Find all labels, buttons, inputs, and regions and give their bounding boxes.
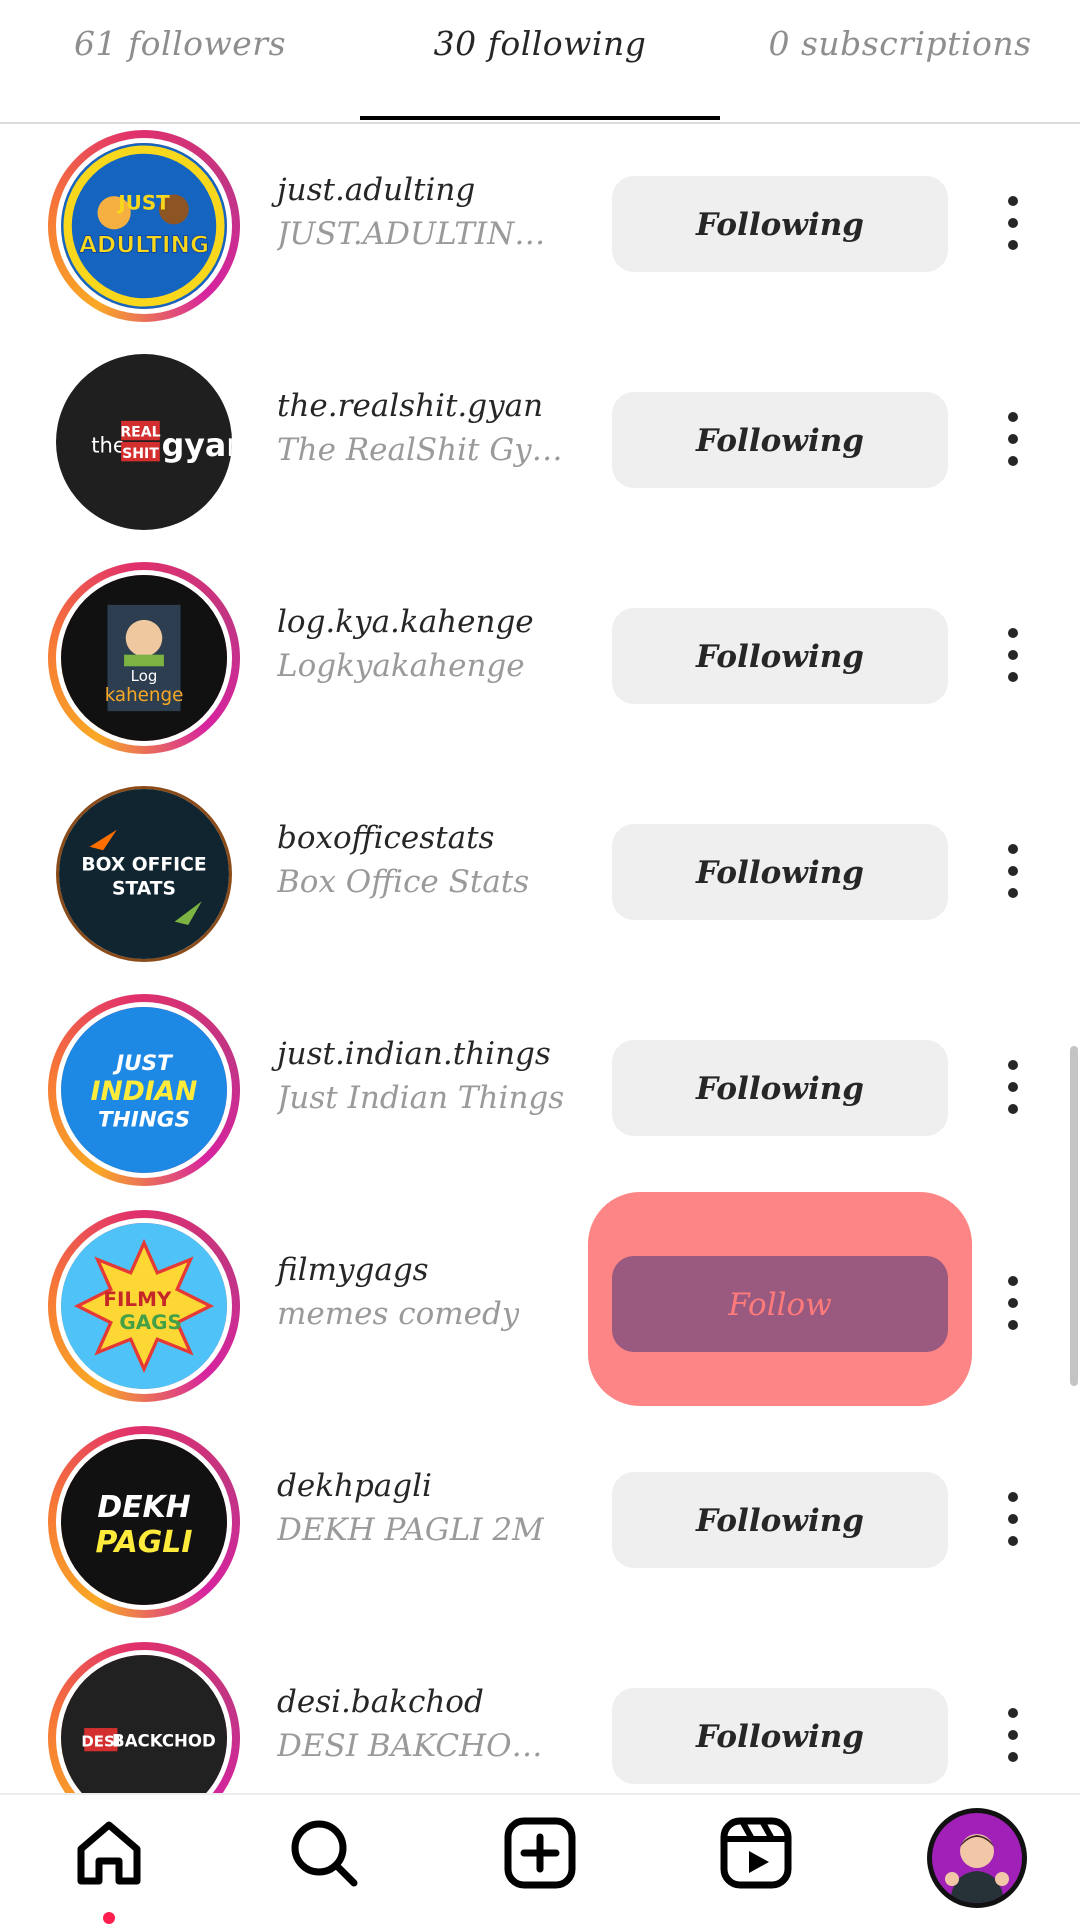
avatar: Log kahenge — [56, 570, 232, 746]
list-item[interactable]: DEKH PAGLI dekhpagli DEKH PAGLI 2M Follo… — [0, 1420, 1080, 1636]
avatar: DEKH PAGLI — [56, 1434, 232, 1610]
account-fullname: JUST.ADULTING 2... — [277, 216, 567, 252]
account-username[interactable]: boxofficestats — [277, 820, 494, 856]
svg-text:STATS: STATS — [112, 878, 176, 899]
follow-tabs: 61 followers 30 following 0 subscription… — [0, 0, 1080, 124]
following-button[interactable]: Following — [612, 1688, 948, 1784]
following-button[interactable]: Following — [612, 1040, 948, 1136]
following-button[interactable]: Following — [612, 608, 948, 704]
list-item[interactable]: FILMY GAGS filmygags memes comedy Follow — [0, 1192, 1080, 1420]
list-item[interactable]: Log kahenge log.kya.kahenge Logkyakaheng… — [0, 556, 1080, 772]
follow-button[interactable]: Follow — [612, 1256, 948, 1352]
home-icon[interactable] — [69, 1813, 149, 1893]
svg-text:gyan: gyan — [162, 428, 232, 464]
scrollbar[interactable] — [1070, 1046, 1078, 1386]
create-icon[interactable] — [500, 1813, 580, 1893]
avatar: the REAL SHIT gyan — [56, 354, 232, 530]
story-ring[interactable]: JUST ADULTING — [48, 130, 240, 322]
svg-text:DEKH: DEKH — [97, 1490, 190, 1525]
account-fullname: memes comedy — [277, 1296, 520, 1332]
svg-text:BOX OFFICE: BOX OFFICE — [81, 855, 206, 876]
story-ring[interactable]: DEKH PAGLI — [48, 1426, 240, 1618]
avatar-frame[interactable]: the REAL SHIT gyan — [48, 346, 240, 538]
account-username[interactable]: log.kya.kahenge — [277, 604, 534, 640]
more-options-icon[interactable] — [996, 610, 1030, 700]
list-item[interactable]: JUST INDIAN THINGS just.indian.things Ju… — [0, 988, 1080, 1204]
svg-text:JUST: JUST — [112, 1051, 174, 1076]
account-fullname: Just Indian Things — [277, 1080, 565, 1116]
tab-followers[interactable]: 61 followers — [0, 24, 360, 63]
notification-dot — [103, 1912, 115, 1924]
avatar: JUST INDIAN THINGS — [56, 1002, 232, 1178]
more-options-icon[interactable] — [996, 1042, 1030, 1132]
more-options-icon[interactable] — [996, 1690, 1030, 1780]
bottom-navigation — [0, 1793, 1080, 1924]
avatar: JUST ADULTING — [56, 138, 232, 314]
account-fullname: Logkyakahenge — [277, 648, 525, 684]
svg-text:BACKCHOD: BACKCHOD — [112, 1731, 216, 1750]
reels-icon[interactable] — [716, 1813, 796, 1893]
profile-avatar[interactable] — [927, 1808, 1027, 1908]
avatar: DESI BACKCHOD — [56, 1650, 232, 1793]
story-ring[interactable]: JUST INDIAN THINGS — [48, 994, 240, 1186]
active-tab-indicator — [360, 116, 720, 120]
search-icon[interactable] — [284, 1813, 364, 1893]
account-fullname: DEKH PAGLI 2M — [277, 1512, 544, 1548]
account-username[interactable]: desi.bakchod — [277, 1684, 484, 1720]
account-fullname: Box Office Stats — [277, 864, 530, 900]
account-username[interactable]: the.realshit.gyan — [277, 388, 543, 424]
more-options-icon[interactable] — [996, 178, 1030, 268]
list-item[interactable]: BOX OFFICE STATS boxofficestats Box Offi… — [0, 772, 1080, 988]
list-item[interactable]: JUST ADULTING just.adulting JUST.ADULTIN… — [0, 124, 1080, 340]
list-item[interactable]: the REAL SHIT gyan the.realshit.gyan The… — [0, 340, 1080, 556]
following-button[interactable]: Following — [612, 176, 948, 272]
svg-text:INDIAN: INDIAN — [91, 1076, 198, 1107]
svg-text:GAGS: GAGS — [119, 1311, 181, 1334]
svg-text:JUST: JUST — [116, 191, 170, 214]
more-options-icon[interactable] — [996, 1474, 1030, 1564]
svg-text:kahenge: kahenge — [105, 685, 184, 706]
account-fullname: DESI BAKCHOD ® — [277, 1728, 567, 1764]
svg-text:ADULTING: ADULTING — [79, 232, 209, 259]
story-ring[interactable]: FILMY GAGS — [48, 1210, 240, 1402]
avatar: BOX OFFICE STATS — [56, 786, 232, 962]
svg-text:FILMY: FILMY — [103, 1288, 171, 1311]
svg-text:SHIT: SHIT — [122, 446, 159, 462]
more-options-icon[interactable] — [996, 1258, 1030, 1348]
account-username[interactable]: just.indian.things — [277, 1036, 551, 1072]
story-ring[interactable]: DESI BACKCHOD — [48, 1642, 240, 1793]
following-button[interactable]: Following — [612, 392, 948, 488]
svg-text:THINGS: THINGS — [98, 1108, 190, 1133]
more-options-icon[interactable] — [996, 826, 1030, 916]
more-options-icon[interactable] — [996, 394, 1030, 484]
account-fullname: The RealShit Gyan — [277, 432, 567, 468]
following-list[interactable]: JUST ADULTING just.adulting JUST.ADULTIN… — [0, 124, 1080, 1793]
following-button[interactable]: Following — [612, 824, 948, 920]
svg-text:PAGLI: PAGLI — [96, 1525, 193, 1560]
following-button[interactable]: Following — [612, 1472, 948, 1568]
story-ring[interactable]: Log kahenge — [48, 562, 240, 754]
tab-subscriptions[interactable]: 0 subscriptions — [720, 24, 1080, 63]
list-item[interactable]: DESI BACKCHOD desi.bakchod DESI BAKCHOD … — [0, 1636, 1080, 1793]
account-username[interactable]: just.adulting — [277, 172, 475, 208]
avatar-frame[interactable]: BOX OFFICE STATS — [48, 778, 240, 970]
account-username[interactable]: dekhpagli — [277, 1468, 432, 1504]
svg-text:Log: Log — [131, 667, 158, 685]
account-username[interactable]: filmygags — [277, 1252, 429, 1288]
tab-following[interactable]: 30 following — [360, 24, 720, 63]
avatar: FILMY GAGS — [56, 1218, 232, 1394]
svg-text:REAL: REAL — [120, 425, 160, 441]
